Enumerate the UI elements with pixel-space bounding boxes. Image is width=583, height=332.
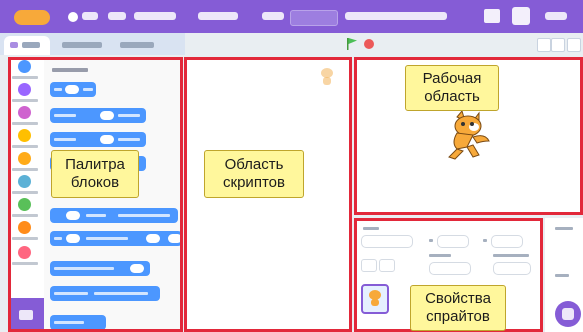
tab-code-label bbox=[22, 42, 40, 48]
editor-tabs bbox=[0, 33, 185, 55]
large-stage-button[interactable] bbox=[551, 38, 565, 52]
see-project-page-link[interactable] bbox=[345, 12, 447, 20]
tab-sounds[interactable] bbox=[112, 36, 162, 55]
tab-costumes[interactable] bbox=[54, 36, 108, 55]
tab-sounds-label bbox=[120, 42, 154, 48]
menu-tutorials[interactable] bbox=[134, 12, 176, 20]
stage-header bbox=[185, 33, 583, 55]
account-avatar[interactable] bbox=[512, 7, 530, 25]
scratch-logo[interactable] bbox=[14, 10, 50, 25]
scripts-callout: Область скриптов bbox=[204, 150, 304, 198]
project-title-input[interactable] bbox=[290, 10, 338, 26]
stage-callout: Рабочая область bbox=[405, 65, 499, 111]
my-stuff-icon[interactable] bbox=[484, 9, 500, 23]
language-globe-icon[interactable] bbox=[68, 12, 78, 22]
tab-code[interactable] bbox=[4, 36, 50, 55]
account-menu[interactable] bbox=[545, 12, 567, 20]
small-stage-button[interactable] bbox=[537, 38, 551, 52]
sprite-props-callout-line2: спрайтов bbox=[426, 308, 490, 325]
tab-costumes-label bbox=[62, 42, 102, 48]
stage-callout-line1: Рабочая bbox=[422, 70, 482, 87]
scripts-callout-line1: Область bbox=[224, 156, 284, 173]
menu-edit[interactable] bbox=[108, 12, 126, 20]
backdrops-label bbox=[555, 274, 569, 277]
stop-icon[interactable] bbox=[364, 39, 374, 49]
stage-label bbox=[555, 227, 573, 230]
sprite-props-callout-line1: Свойства bbox=[425, 290, 491, 307]
add-sprite-button[interactable] bbox=[555, 301, 581, 327]
stage-callout-line2: область bbox=[424, 88, 480, 105]
menu-item[interactable] bbox=[262, 12, 284, 20]
sprite-props-callout: Свойства спрайтов bbox=[410, 285, 506, 331]
code-icon bbox=[10, 42, 18, 48]
fullscreen-button[interactable] bbox=[567, 38, 581, 52]
palette-callout-line1: Палитра bbox=[65, 156, 125, 173]
green-flag-icon[interactable] bbox=[347, 38, 357, 50]
palette-callout: Палитра блоков bbox=[51, 150, 139, 198]
menu-share[interactable] bbox=[198, 12, 238, 20]
menu-file[interactable] bbox=[82, 12, 98, 20]
menu-bar bbox=[0, 0, 583, 33]
palette-callout-line2: блоков bbox=[70, 174, 120, 191]
scripts-callout-line2: скриптов bbox=[223, 174, 285, 191]
